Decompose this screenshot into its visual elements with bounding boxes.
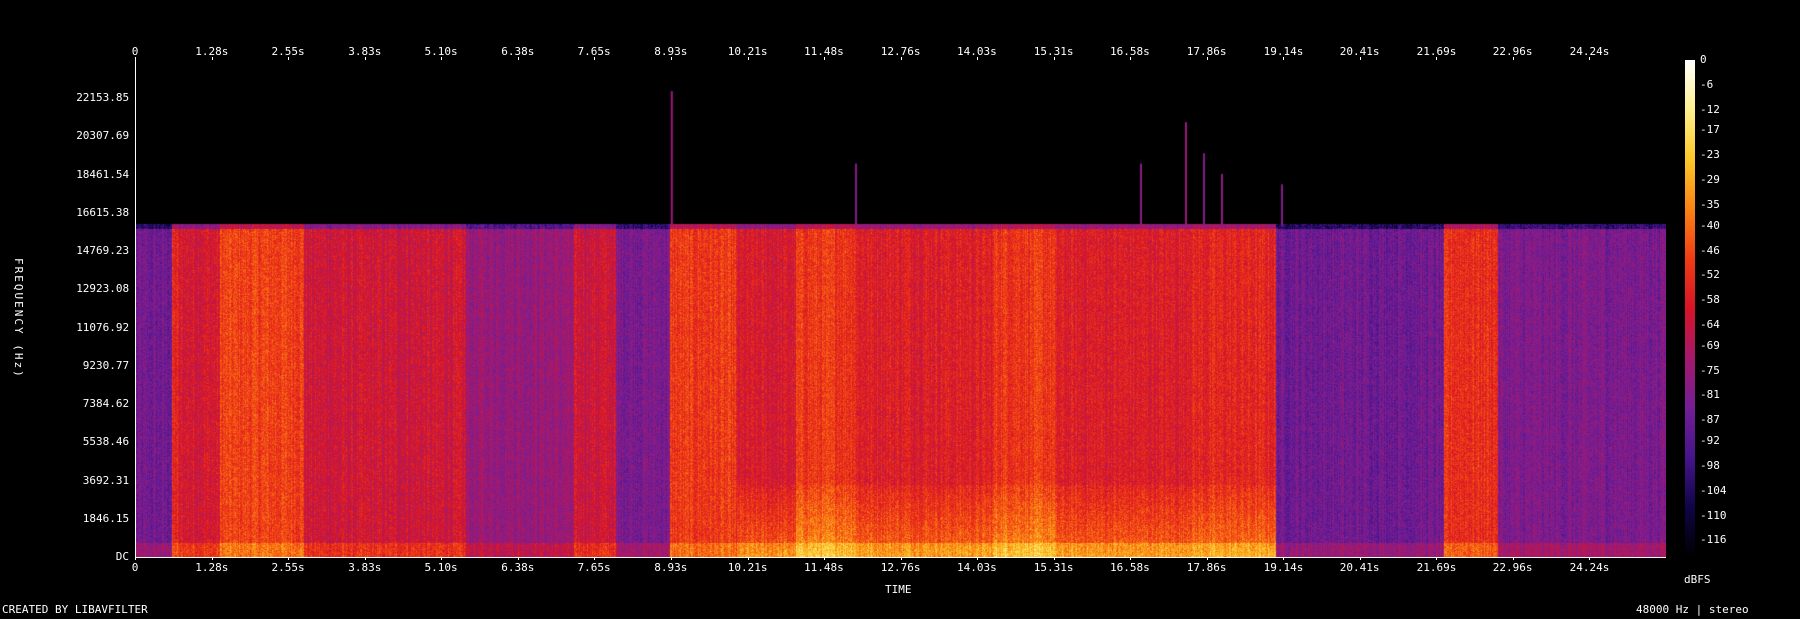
x-tick-label: 16.58s — [1110, 561, 1150, 574]
spectrogram-plot-area — [135, 60, 1666, 558]
y-tick-label: 5538.46 — [82, 435, 130, 449]
colorbar-unit: dBFS — [1684, 573, 1711, 586]
y-tick-label: 16615.38 — [76, 205, 130, 219]
spectrogram-canvas — [136, 60, 1666, 557]
colorbar-tick-label: -12 — [1700, 102, 1720, 116]
footer-sample-info: 48000 Hz | stereo — [1636, 603, 1749, 616]
y-tick-label: 11076.92 — [76, 320, 130, 334]
colorbar-tick-label: -81 — [1700, 388, 1720, 402]
colorbar-tick-label: -64 — [1700, 318, 1720, 332]
y-tick-label: 14769.23 — [76, 244, 130, 258]
x-tick-label: 2.55s — [271, 561, 305, 574]
y-tick-label: 3692.31 — [82, 473, 130, 487]
x-tick-label: 22.96s — [1492, 561, 1533, 574]
y-tick-label: DC — [115, 550, 130, 563]
y-axis-label: FREQUENCY (Hz) — [12, 258, 25, 379]
colorbar-tick-label: -6 — [1700, 77, 1714, 91]
x-axis-label: TIME — [885, 583, 912, 596]
colorbar-tick-label: -104 — [1700, 483, 1727, 497]
y-tick-label: 18461.54 — [76, 167, 130, 181]
x-tick-label: 11.48s — [804, 561, 844, 574]
x-tick-label: 1.28s — [195, 561, 229, 574]
y-tick-label: 7384.62 — [82, 397, 130, 411]
x-tick-label: 7.65s — [577, 561, 611, 574]
x-tick-label: 10.21s — [727, 561, 768, 574]
x-tick-label: 6.38s — [501, 561, 535, 574]
x-tick-label: 24.24s — [1569, 561, 1610, 574]
colorbar-tick-label: -92 — [1700, 434, 1720, 448]
colorbar — [1685, 60, 1695, 557]
x-tick-label: 5.10s — [424, 561, 458, 574]
y-tick-label: 20307.69 — [76, 129, 130, 143]
y-tick-label: 12923.08 — [76, 282, 130, 296]
y-tick-label: 22153.85 — [76, 91, 130, 105]
colorbar-tick-label: 0 — [1700, 53, 1707, 66]
colorbar-tick-label: -52 — [1700, 268, 1720, 282]
x-tick-label: 0 — [131, 561, 139, 574]
colorbar-tick-label: -58 — [1700, 293, 1720, 307]
colorbar-tick-label: -46 — [1700, 243, 1720, 257]
colorbar-tick-label: -40 — [1700, 218, 1720, 232]
colorbar-tick-label: -29 — [1700, 173, 1720, 187]
footer-created-by: CREATED BY LIBAVFILTER — [2, 603, 148, 616]
colorbar-tick-label: -17 — [1700, 123, 1720, 137]
y-tick-label: 9230.77 — [82, 358, 130, 372]
colorbar-tick-label: -23 — [1700, 148, 1720, 162]
colorbar-tick-label: -116 — [1700, 533, 1727, 547]
colorbar-tick-label: -87 — [1700, 413, 1720, 427]
colorbar-tick-label: -69 — [1700, 338, 1720, 352]
x-tick-label: 12.76s — [880, 561, 921, 574]
x-tick-label: 17.86s — [1186, 561, 1227, 574]
spectrogram-figure: 0 1.28s 2.55s 3.83s 5.10s 6.38s 7.65s 8.93s 10.2… — [0, 0, 1800, 619]
x-tick-label: 20.41s — [1339, 561, 1380, 574]
colorbar-tick-label: -98 — [1700, 458, 1720, 472]
x-tick-label: 8.93s — [654, 561, 688, 574]
y-tick-label: 1846.15 — [82, 511, 130, 525]
colorbar-tick-label: -35 — [1700, 197, 1720, 211]
x-tick-label: 19.14s — [1263, 561, 1304, 574]
x-tick-label: 21.69s — [1416, 561, 1457, 574]
x-tick-label: 15.31s — [1033, 561, 1074, 574]
colorbar-tick-label: -110 — [1700, 508, 1727, 522]
x-tick-label: 3.83s — [348, 561, 382, 574]
x-tick-label: 14.03s — [957, 561, 997, 574]
colorbar-tick-label: -75 — [1700, 363, 1720, 377]
